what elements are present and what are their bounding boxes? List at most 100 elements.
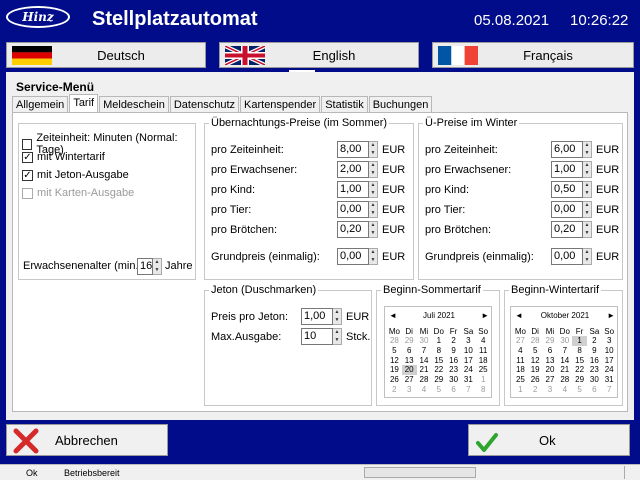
calendar-day[interactable]: 6: [543, 346, 558, 356]
down-arrow-icon[interactable]: ▼: [583, 170, 591, 178]
calendar-day[interactable]: 28: [417, 375, 432, 385]
calendar-day[interactable]: 31: [602, 375, 617, 385]
calendar-day[interactable]: 9: [446, 346, 461, 356]
stepper-arrows[interactable]: ▲ ▼: [369, 161, 378, 178]
winter-erwachsener-value[interactable]: 1,00: [551, 161, 583, 178]
stepper-arrows[interactable]: ▲ ▼: [369, 248, 378, 265]
up-arrow-icon[interactable]: ▲: [583, 162, 591, 170]
sommertarif-calendar[interactable]: ◄ Juli 2021 ► Mo Di Mi Do Fr Sa So 28 29 30 1 2 3 4 5 6…: [384, 306, 492, 398]
calendar-day[interactable]: 14: [557, 356, 572, 366]
tab-datenschutz[interactable]: Datenschutz: [169, 96, 240, 112]
calendar-day[interactable]: 20: [543, 365, 558, 375]
up-arrow-icon[interactable]: ▲: [369, 249, 377, 257]
down-arrow-icon[interactable]: ▼: [369, 230, 377, 238]
calendar-day[interactable]: 27: [543, 375, 558, 385]
calendar-day[interactable]: 17: [602, 356, 617, 366]
up-arrow-icon[interactable]: ▲: [369, 142, 377, 150]
calendar-day[interactable]: 2: [446, 336, 461, 346]
wintertarif-checkbox[interactable]: ✓ mit Wintertarif: [22, 151, 105, 163]
down-arrow-icon[interactable]: ▼: [369, 170, 377, 178]
calendar-day[interactable]: 24: [461, 365, 476, 375]
calendar-day[interactable]: 8: [476, 385, 491, 395]
calendar-day[interactable]: 30: [557, 336, 572, 346]
calendar-day[interactable]: 16: [587, 356, 602, 366]
down-arrow-icon[interactable]: ▼: [583, 150, 591, 158]
jeton-checkbox[interactable]: ✓ mit Jeton-Ausgabe: [22, 169, 129, 181]
sommer-kind-stepper[interactable]: 1,00 ▲ ▼: [337, 181, 378, 198]
language-button-francais[interactable]: Français: [432, 42, 634, 68]
calendar-day[interactable]: 30: [587, 375, 602, 385]
stepper-arrows[interactable]: ▲ ▼: [583, 201, 592, 218]
sommer-erwachsener-value[interactable]: 2,00: [337, 161, 369, 178]
down-arrow-icon[interactable]: ▼: [583, 257, 591, 265]
calendar-day[interactable]: 22: [431, 365, 446, 375]
up-arrow-icon[interactable]: ▲: [369, 222, 377, 230]
up-arrow-icon[interactable]: ▲: [333, 329, 341, 337]
tab-allgemein[interactable]: Allgemein: [12, 96, 69, 112]
jeton-max-stepper[interactable]: 10 ▲ ▼: [301, 328, 342, 345]
down-arrow-icon[interactable]: ▼: [369, 150, 377, 158]
winter-tier-stepper[interactable]: 0,00 ▲ ▼: [551, 201, 592, 218]
calendar-day[interactable]: 29: [572, 375, 587, 385]
winter-kind-value[interactable]: 0,50: [551, 181, 583, 198]
down-arrow-icon[interactable]: ▼: [583, 190, 591, 198]
sommer-tier-stepper[interactable]: 0,00 ▲ ▼: [337, 201, 378, 218]
calendar-day[interactable]: 12: [528, 356, 543, 366]
down-arrow-icon[interactable]: ▼: [369, 257, 377, 265]
down-arrow-icon[interactable]: ▼: [153, 267, 161, 275]
erwachsenenalter-stepper[interactable]: 16 ▲ ▼: [137, 258, 162, 275]
calendar-day[interactable]: 4: [557, 385, 572, 395]
calendar-day[interactable]: 4: [417, 385, 432, 395]
down-arrow-icon[interactable]: ▼: [333, 317, 341, 325]
tab-buchungen[interactable]: Buchungen: [368, 96, 433, 112]
ok-button[interactable]: Ok: [468, 424, 630, 456]
calendar-day[interactable]: 8: [431, 346, 446, 356]
winter-zeiteinheit-value[interactable]: 6,00: [551, 141, 583, 158]
calendar-day[interactable]: 3: [402, 385, 417, 395]
calendar-day[interactable]: 28: [528, 336, 543, 346]
stepper-arrows[interactable]: ▲ ▼: [333, 328, 342, 345]
calendar-day[interactable]: 17: [461, 356, 476, 366]
stepper-arrows[interactable]: ▲ ▼: [583, 181, 592, 198]
tab-statistik[interactable]: Statistik: [321, 96, 368, 112]
sommer-grundpreis-value[interactable]: 0,00: [337, 248, 369, 265]
up-arrow-icon[interactable]: ▲: [583, 142, 591, 150]
calendar-day[interactable]: 19: [387, 365, 402, 375]
calendar-day[interactable]: 23: [446, 365, 461, 375]
winter-zeiteinheit-stepper[interactable]: 6,00 ▲ ▼: [551, 141, 592, 158]
calendar-day[interactable]: 3: [543, 385, 558, 395]
down-arrow-icon[interactable]: ▼: [583, 210, 591, 218]
calendar-day[interactable]: 30: [446, 375, 461, 385]
up-arrow-icon[interactable]: ▲: [369, 162, 377, 170]
calendar-day[interactable]: 6: [402, 346, 417, 356]
calendar-day[interactable]: 6: [446, 385, 461, 395]
calendar-day[interactable]: 8: [572, 346, 587, 356]
stepper-arrows[interactable]: ▲ ▼: [369, 221, 378, 238]
calendar-day[interactable]: 29: [431, 375, 446, 385]
calendar-day[interactable]: 10: [461, 346, 476, 356]
winter-erwachsener-stepper[interactable]: 1,00 ▲ ▼: [551, 161, 592, 178]
calendar-day[interactable]: 4: [513, 346, 528, 356]
calendar-day[interactable]: 5: [528, 346, 543, 356]
up-arrow-icon[interactable]: ▲: [153, 259, 161, 267]
calendar-day[interactable]: 6: [587, 385, 602, 395]
calendar-day[interactable]: 1: [572, 336, 587, 346]
calendar-day[interactable]: 1: [476, 375, 491, 385]
stepper-arrows[interactable]: ▲ ▼: [153, 258, 162, 275]
down-arrow-icon[interactable]: ▼: [333, 337, 341, 345]
stepper-arrows[interactable]: ▲ ▼: [583, 221, 592, 238]
sommer-grundpreis-stepper[interactable]: 0,00 ▲ ▼: [337, 248, 378, 265]
calendar-day[interactable]: 27: [513, 336, 528, 346]
winter-grundpreis-stepper[interactable]: 0,00 ▲ ▼: [551, 248, 592, 265]
cancel-button[interactable]: Abbrechen: [6, 424, 168, 456]
calendar-day[interactable]: 4: [476, 336, 491, 346]
calendar-day[interactable]: 22: [572, 365, 587, 375]
calendar-day[interactable]: 26: [387, 375, 402, 385]
sommer-broetchen-value[interactable]: 0,20: [337, 221, 369, 238]
calendar-day[interactable]: 28: [387, 336, 402, 346]
calendar-day[interactable]: 31: [461, 375, 476, 385]
calendar-day[interactable]: 29: [402, 336, 417, 346]
calendar-day[interactable]: 3: [461, 336, 476, 346]
calendar-day[interactable]: 14: [417, 356, 432, 366]
calendar-day[interactable]: 9: [587, 346, 602, 356]
